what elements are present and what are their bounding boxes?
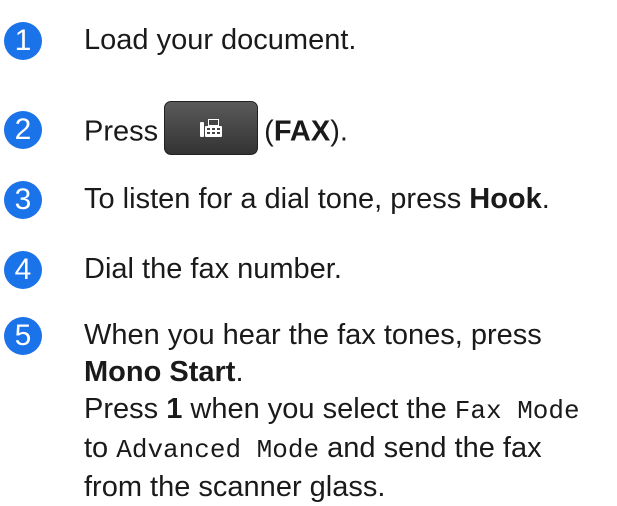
- key-1-label: 1: [166, 393, 183, 425]
- fax-icon: [200, 119, 223, 137]
- step-number-badge: 3: [4, 181, 42, 219]
- step-text: Load your document.: [84, 24, 357, 56]
- step-line: from the scanner glass.: [84, 471, 386, 503]
- fax-button[interactable]: [164, 101, 259, 155]
- step-number-badge: 4: [4, 251, 42, 289]
- hook-key-label: Hook: [469, 183, 542, 215]
- step-text-pre: Press: [84, 115, 159, 148]
- step-text: Press (FAX).: [84, 101, 348, 155]
- fax-mode-setting: Fax Mode: [454, 396, 580, 426]
- step-number-badge: 2: [4, 111, 42, 149]
- step-line: Mono Start.: [84, 356, 244, 388]
- step-line: When you hear the fax tones, press: [84, 319, 542, 351]
- advanced-mode-setting: Advanced Mode: [116, 435, 320, 465]
- step-text: When you hear the fax tones, press Mono …: [84, 317, 580, 506]
- step-line: to Advanced Mode and send the fax: [84, 432, 542, 465]
- step-text: Dial the fax number.: [84, 253, 342, 285]
- step-number-badge: 5: [4, 317, 42, 355]
- fax-button-label: FAX: [273, 115, 331, 148]
- step-text: To listen for a dial tone, press Hook.: [84, 183, 550, 215]
- step-line: Press 1 when you select the Fax Mode: [84, 393, 580, 426]
- mono-start-key-label: Mono Start: [84, 356, 236, 388]
- step-number-badge: 1: [4, 22, 42, 60]
